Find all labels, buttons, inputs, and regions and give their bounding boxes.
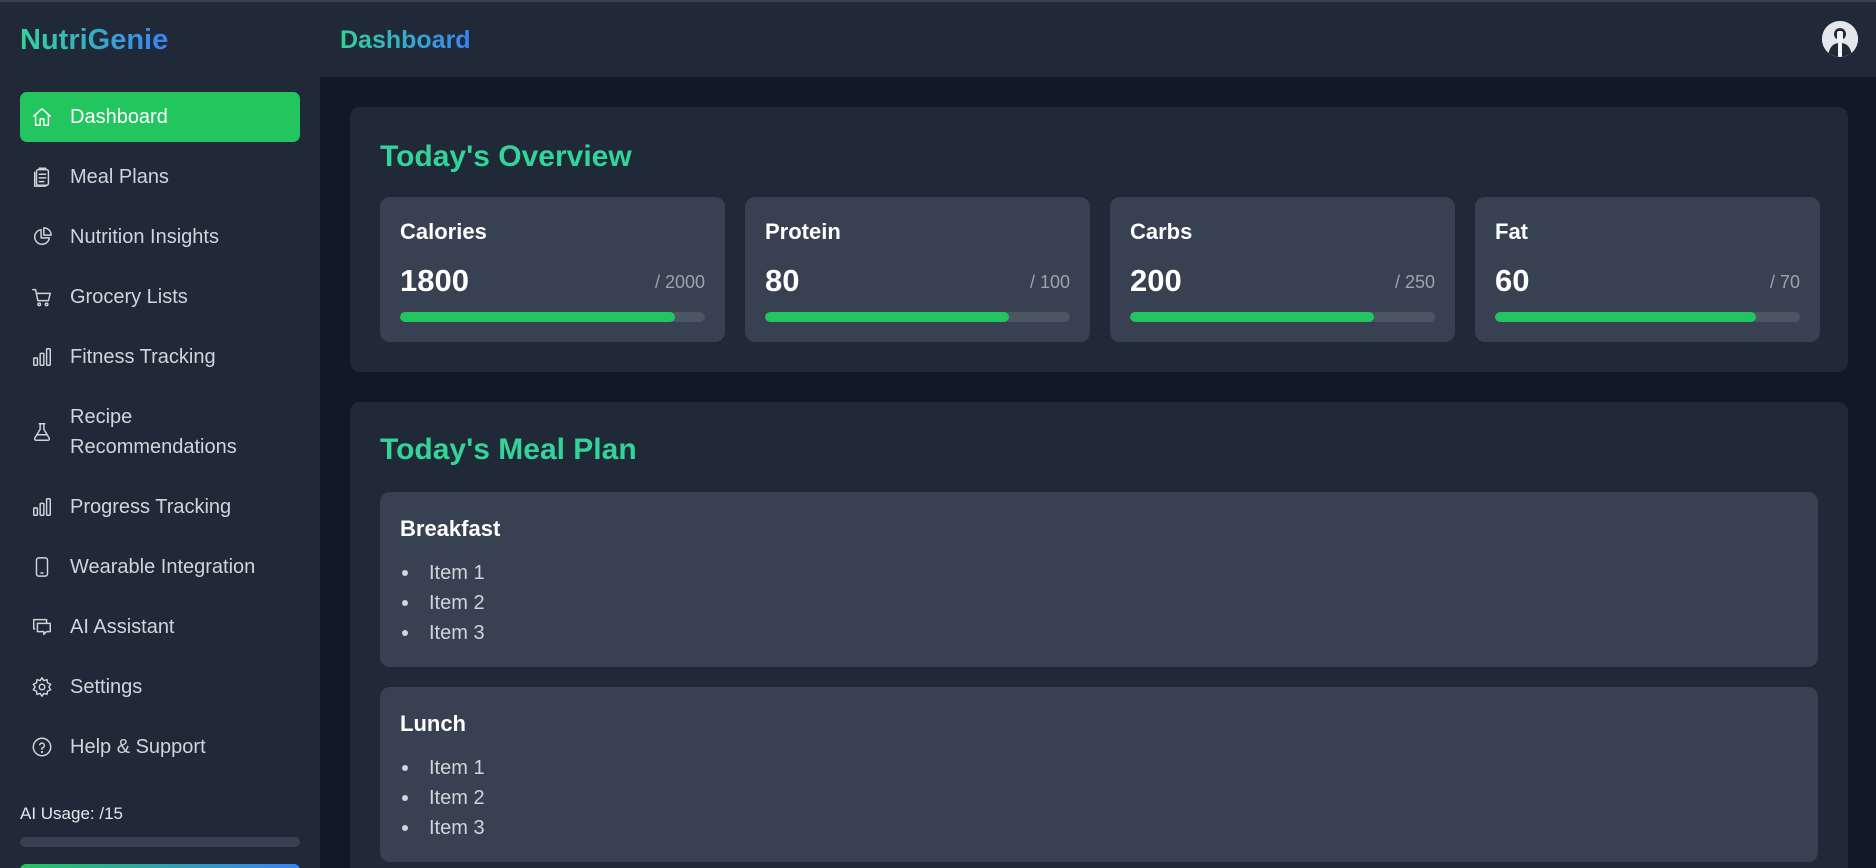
stat-card-protein: Protein 80 / 100	[745, 197, 1090, 342]
sidebar-item-dashboard[interactable]: Dashboard	[20, 92, 300, 142]
meal-item-label: Item 2	[429, 592, 485, 614]
phone-icon	[30, 555, 54, 579]
overview-title: Today's Overview	[380, 140, 632, 173]
list-item: Item 2	[400, 588, 485, 618]
stat-card-calories: Calories 1800 / 2000	[380, 197, 725, 342]
user-avatar[interactable]	[1822, 21, 1858, 57]
list-item: Item 1	[400, 753, 485, 783]
cart-icon	[30, 285, 54, 309]
stat-progress-bar	[400, 312, 705, 322]
home-icon	[30, 105, 54, 129]
sidebar-item-fitness-tracking[interactable]: Fitness Tracking	[20, 332, 300, 382]
bullet-icon	[402, 795, 408, 801]
bar-chart-icon	[30, 495, 54, 519]
sidebar-item-label: Meal Plans	[70, 166, 169, 188]
sidebar: NutriGenie Dashboard Meal Plans Nutritio…	[0, 2, 320, 868]
sidebar-item-label: Recipe Recommendations	[70, 406, 237, 458]
sidebar-item-label: Dashboard	[70, 106, 168, 128]
stat-name: Carbs	[1130, 219, 1193, 244]
stat-target: / 70	[1769, 272, 1800, 292]
stat-name: Fat	[1495, 219, 1528, 244]
sidebar-item-label: Wearable Integration	[70, 556, 256, 578]
bullet-icon	[402, 765, 408, 771]
sidebar-item-meal-plans[interactable]: Meal Plans	[20, 152, 300, 202]
meal-plan-title: Today's Meal Plan	[380, 433, 637, 466]
pie-chart-icon	[30, 225, 54, 249]
stat-progress-bar	[1130, 312, 1435, 322]
sidebar-item-recipe-recommendations[interactable]: Recipe Recommendations	[20, 392, 300, 472]
sidebar-item-label: Nutrition Insights	[70, 226, 219, 248]
stat-card-carbs: Carbs 200 / 250	[1110, 197, 1455, 342]
meal-card-lunch: Lunch Item 1 Item 2 Item 3	[380, 687, 1818, 862]
meal-plan-panel: Today's Meal Plan Breakfast Item 1 Item …	[350, 402, 1848, 868]
sidebar-item-label: Grocery Lists	[70, 286, 188, 308]
bullet-icon	[402, 600, 408, 606]
sidebar-item-label: Fitness Tracking	[70, 346, 216, 368]
stat-progress-fill	[400, 312, 675, 322]
list-item: Item 2	[400, 783, 485, 813]
bar-chart-icon	[30, 345, 54, 369]
stat-progress-bar	[1495, 312, 1800, 322]
stat-target: / 2000	[654, 272, 705, 292]
sidebar-item-progress-tracking[interactable]: Progress Tracking	[20, 482, 300, 532]
bullet-icon	[402, 630, 408, 636]
top-header: Dashboard	[320, 2, 1876, 77]
meal-name: Lunch	[400, 711, 466, 736]
sidebar-item-label: Settings	[70, 676, 143, 698]
list-item: Item 3	[400, 813, 485, 843]
list-item: Item 3	[400, 618, 485, 648]
sidebar-item-label: Progress Tracking	[70, 496, 232, 518]
stat-progress-fill	[1495, 312, 1757, 322]
stat-target: / 100	[1029, 272, 1070, 292]
flask-icon	[30, 420, 54, 444]
meal-item-list: Item 1 Item 2 Item 3	[400, 753, 485, 843]
bullet-icon	[402, 825, 408, 831]
stat-value: 80	[765, 263, 800, 298]
list-item: Item 1	[400, 558, 485, 588]
sidebar-item-help-support[interactable]: Help & Support	[20, 722, 300, 772]
help-icon	[30, 735, 54, 759]
meal-name: Breakfast	[400, 516, 501, 541]
bullet-icon	[402, 570, 408, 576]
gear-icon	[30, 675, 54, 699]
sidebar-item-nutrition-insights[interactable]: Nutrition Insights	[20, 212, 300, 262]
clipboard-icon	[30, 165, 54, 189]
sidebar-item-grocery-lists[interactable]: Grocery Lists	[20, 272, 300, 322]
chat-icon	[30, 615, 54, 639]
meal-card-breakfast: Breakfast Item 1 Item 2 Item 3	[380, 492, 1818, 667]
brand-logo[interactable]: NutriGenie	[20, 24, 168, 57]
sidebar-item-settings[interactable]: Settings	[20, 662, 300, 712]
page-title: Dashboard	[340, 26, 471, 54]
ai-usage-progress-bar	[20, 837, 300, 847]
overview-panel: Today's Overview Calories 1800 / 2000 Pr…	[350, 107, 1848, 372]
stat-card-fat: Fat 60 / 70	[1475, 197, 1820, 342]
stat-name: Protein	[765, 219, 841, 244]
sidebar-item-wearable-integration[interactable]: Wearable Integration	[20, 542, 300, 592]
sidebar-item-label: AI Assistant	[70, 616, 175, 638]
meal-item-label: Item 2	[429, 787, 485, 809]
stat-value: 200	[1130, 263, 1182, 298]
meal-item-list: Item 1 Item 2 Item 3	[400, 558, 485, 648]
stat-progress-fill	[765, 312, 1009, 322]
stat-value: 60	[1495, 263, 1530, 298]
stat-progress-fill	[1130, 312, 1374, 322]
meal-item-label: Item 3	[429, 817, 485, 839]
stat-target: / 250	[1394, 272, 1435, 292]
stat-name: Calories	[400, 219, 487, 244]
sidebar-nav: Dashboard Meal Plans Nutrition Insights …	[20, 92, 300, 782]
ai-usage-label: AI Usage: /15	[20, 804, 124, 823]
meal-item-label: Item 1	[429, 562, 485, 584]
upgrade-button[interactable]	[20, 864, 300, 868]
sidebar-item-label: Help & Support	[70, 736, 206, 758]
stat-progress-bar	[765, 312, 1070, 322]
stat-value: 1800	[400, 263, 469, 298]
meal-item-label: Item 3	[429, 622, 485, 644]
sidebar-item-ai-assistant[interactable]: AI Assistant	[20, 602, 300, 652]
meal-item-label: Item 1	[429, 757, 485, 779]
